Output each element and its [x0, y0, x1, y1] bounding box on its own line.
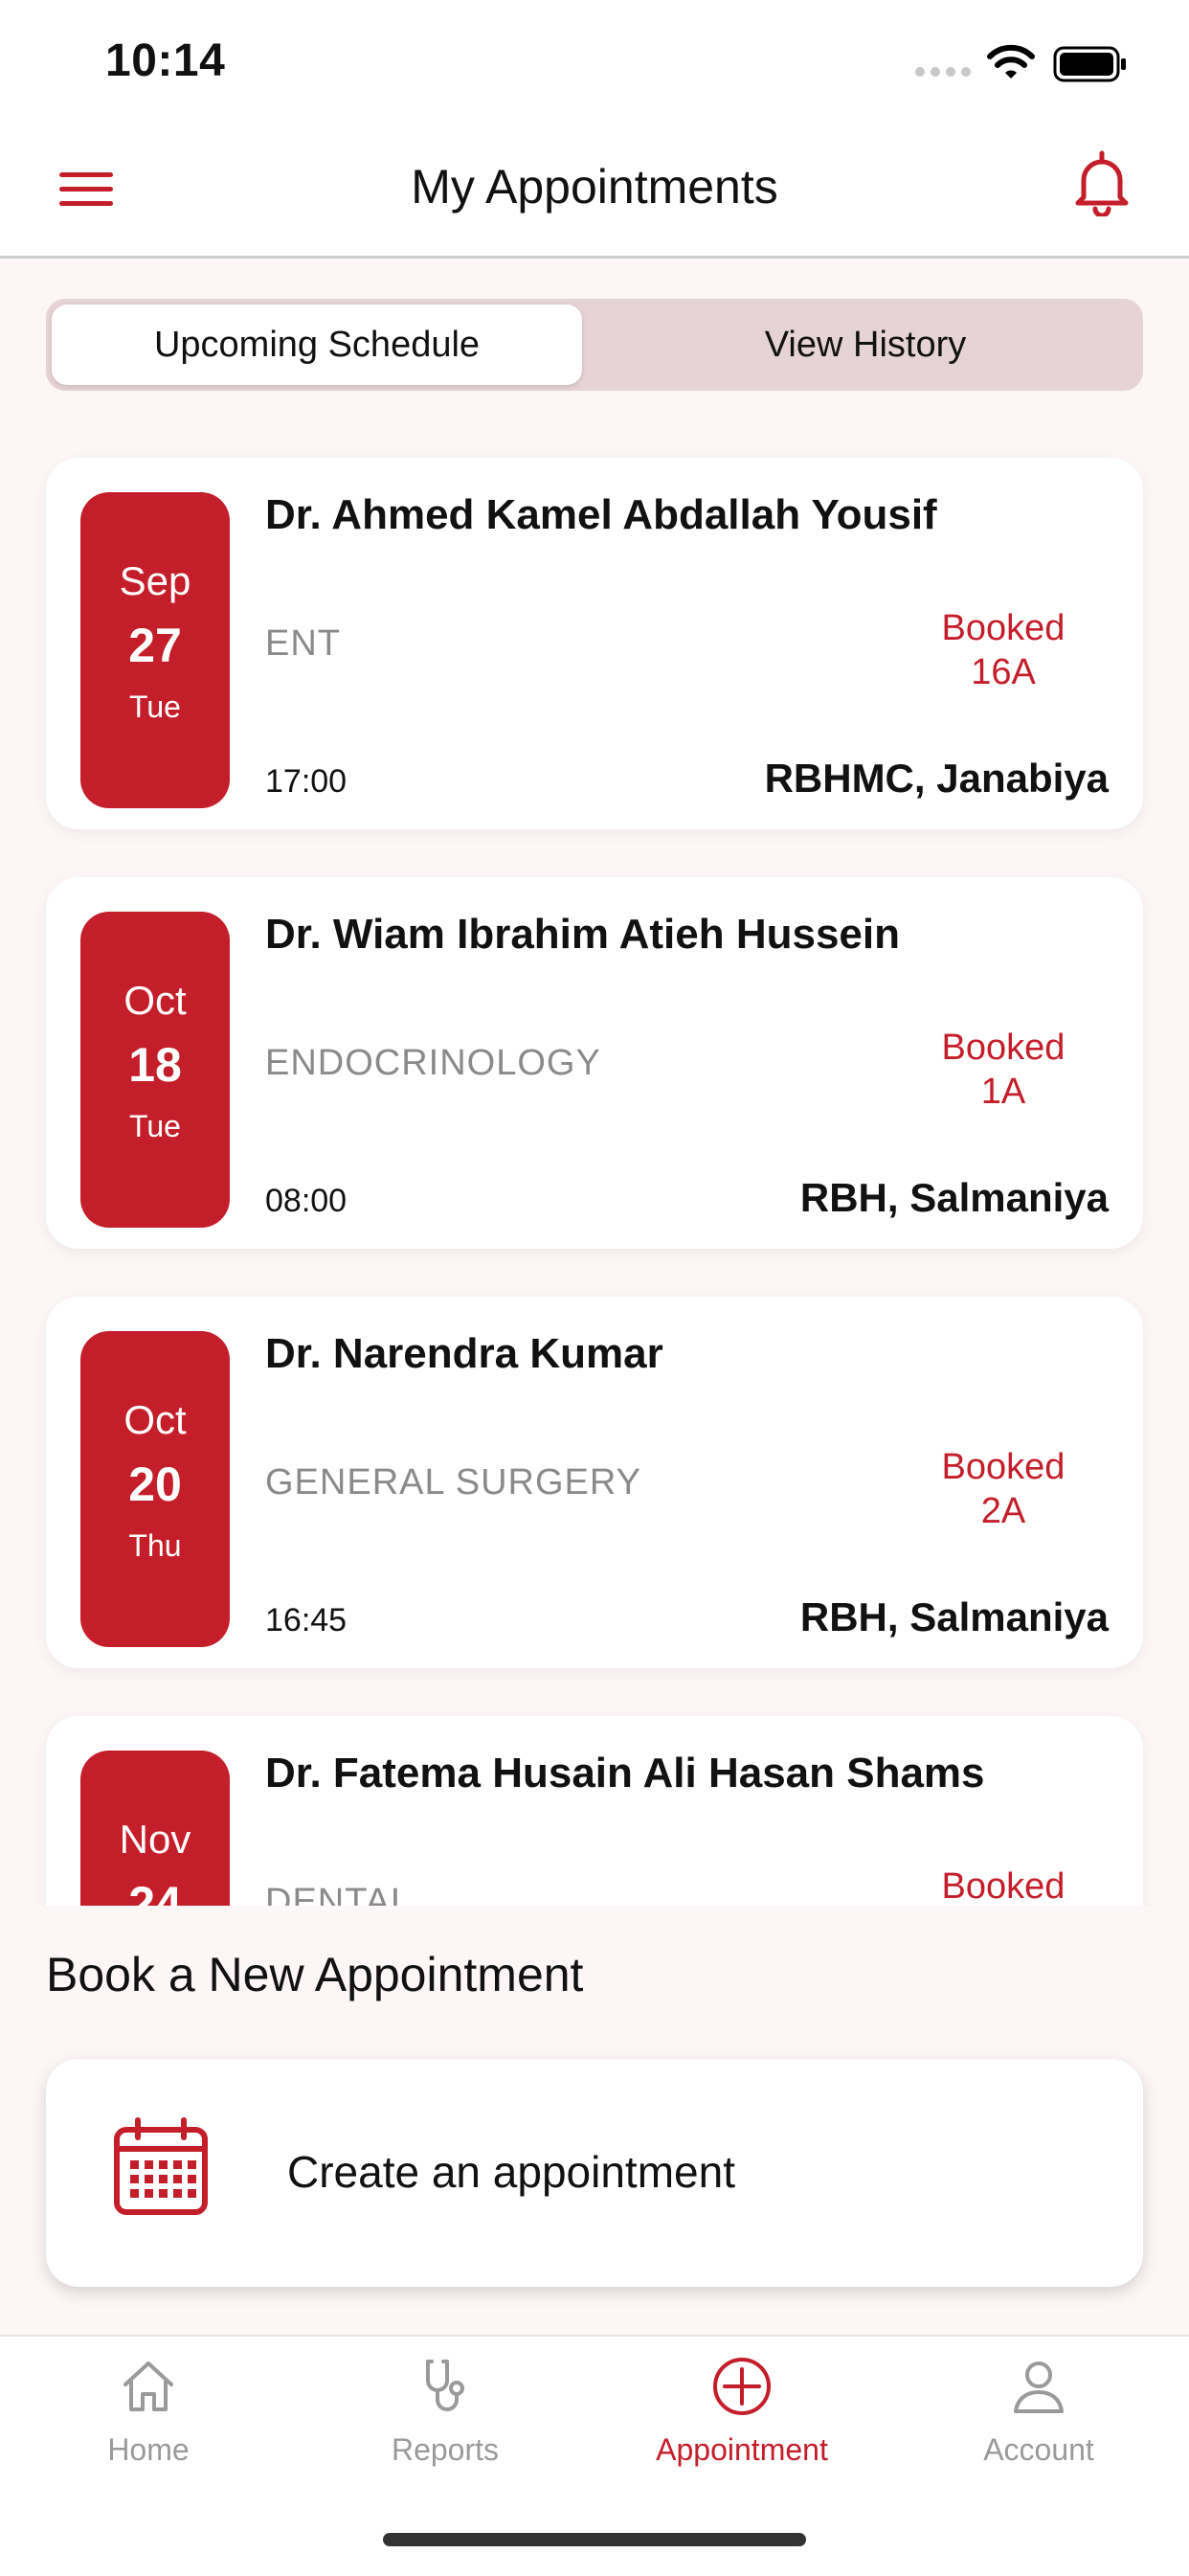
plus-circle-icon	[713, 2358, 771, 2415]
schedule-tabs: Upcoming Schedule View History	[46, 299, 1143, 391]
appointment-location: RBHMC, Janabiya	[764, 756, 1109, 801]
date-day: 20	[128, 1457, 182, 1511]
date-weekday: Tue	[129, 1109, 181, 1143]
create-appointment-label: Create an appointment	[287, 2147, 735, 2197]
specialty: DENTAL	[265, 1882, 413, 1906]
status-time: 10:14	[105, 35, 226, 86]
date-month: Sep	[119, 558, 191, 603]
tab-upcoming-schedule[interactable]: Upcoming Schedule	[52, 305, 582, 385]
status-bar: 10:14	[0, 0, 1189, 126]
date-day: 27	[128, 619, 182, 672]
specialty: ENT	[265, 623, 341, 664]
date-month: Oct	[123, 1397, 187, 1442]
nav-appointment[interactable]: Appointment	[594, 2356, 890, 2499]
section-title: Book a New Appointment	[46, 1948, 584, 2001]
doctor-name: Dr. Fatema Husain Ali Hasan Shams	[265, 1750, 985, 1796]
app-header: My Appointments	[0, 126, 1189, 259]
appointment-card[interactable]: Oct 20 Thu Dr. Narendra Kumar GENERAL SU…	[46, 1297, 1143, 1668]
booking-status: Booked 16A	[888, 606, 1118, 694]
book-appointment-section: Book a New Appointment Create an appoint…	[0, 1906, 1189, 2335]
nav-home-label: Home	[107, 2432, 190, 2467]
date-badge: Oct 20 Thu	[80, 1331, 230, 1647]
specialty: GENERAL SURGERY	[265, 1462, 641, 1503]
nav-account-label: Account	[983, 2432, 1094, 2467]
queue-number: 2A	[980, 1491, 1026, 1531]
status-label: Booked	[941, 1447, 1066, 1487]
booking-status: Booked 2A	[888, 1445, 1118, 1533]
nav-account[interactable]: Account	[890, 2356, 1187, 2499]
date-weekday: Thu	[128, 1528, 182, 1563]
date-month: Nov	[119, 1817, 191, 1862]
nav-reports-label: Reports	[391, 2432, 500, 2467]
specialty: ENDOCRINOLOGY	[265, 1043, 601, 1083]
page-title: My Appointments	[411, 160, 778, 214]
status-label: Booked	[941, 608, 1066, 648]
doctor-name: Dr. Wiam Ibrahim Atieh Hussein	[265, 911, 901, 958]
appointment-location: RBH, Salmaniya	[799, 1175, 1109, 1220]
date-badge: Nov 24	[80, 1751, 230, 1906]
doctor-name: Dr. Narendra Kumar	[265, 1330, 663, 1377]
nav-home[interactable]: Home	[0, 2356, 297, 2499]
doctor-name: Dr. Ahmed Kamel Abdallah Yousif	[265, 491, 937, 538]
bell-icon[interactable]	[1072, 149, 1132, 216]
date-badge: Oct 18 Tue	[80, 912, 230, 1228]
nav-reports[interactable]: Reports	[297, 2356, 594, 2499]
appointment-card[interactable]: Sep 27 Tue Dr. Ahmed Kamel Abdallah Yous…	[46, 458, 1143, 829]
queue-number: 16A	[971, 652, 1036, 692]
nav-appointment-label: Appointment	[656, 2432, 828, 2467]
booking-status: Booked 1A	[888, 1026, 1118, 1114]
date-weekday: Tue	[129, 689, 181, 724]
status-label: Booked	[941, 1028, 1066, 1068]
calendar-icon	[114, 2117, 208, 2215]
signal-icon	[915, 67, 971, 77]
person-icon	[1014, 2361, 1064, 2413]
home-indicator[interactable]	[383, 2533, 806, 2546]
appointment-time: 08:00	[265, 1183, 348, 1219]
date-day: 24	[128, 1877, 182, 1906]
appointment-card[interactable]: Nov 24 Dr. Fatema Husain Ali Hasan Shams…	[46, 1716, 1143, 1906]
battery-icon	[1053, 46, 1126, 82]
wifi-icon	[987, 44, 1035, 79]
appointment-card[interactable]: Oct 18 Tue Dr. Wiam Ibrahim Atieh Hussei…	[46, 877, 1143, 1249]
date-badge: Sep 27 Tue	[80, 492, 230, 808]
date-day: 18	[128, 1038, 182, 1092]
create-appointment-button[interactable]: Create an appointment	[46, 2059, 1143, 2287]
tab-view-history[interactable]: View History	[597, 305, 1133, 385]
appointment-location: RBH, Salmaniya	[799, 1594, 1109, 1639]
appointment-list[interactable]: Sep 27 Tue Dr. Ahmed Kamel Abdallah Yous…	[0, 431, 1189, 1906]
home-icon	[123, 2361, 173, 2411]
appointment-time: 17:00	[265, 763, 348, 800]
date-month: Oct	[123, 978, 187, 1023]
stethoscope-icon	[426, 2360, 464, 2411]
booking-status: Booked	[888, 1864, 1118, 1906]
status-label: Booked	[941, 1866, 1066, 1906]
queue-number: 1A	[980, 1072, 1026, 1112]
appointment-time: 16:45	[265, 1602, 348, 1638]
